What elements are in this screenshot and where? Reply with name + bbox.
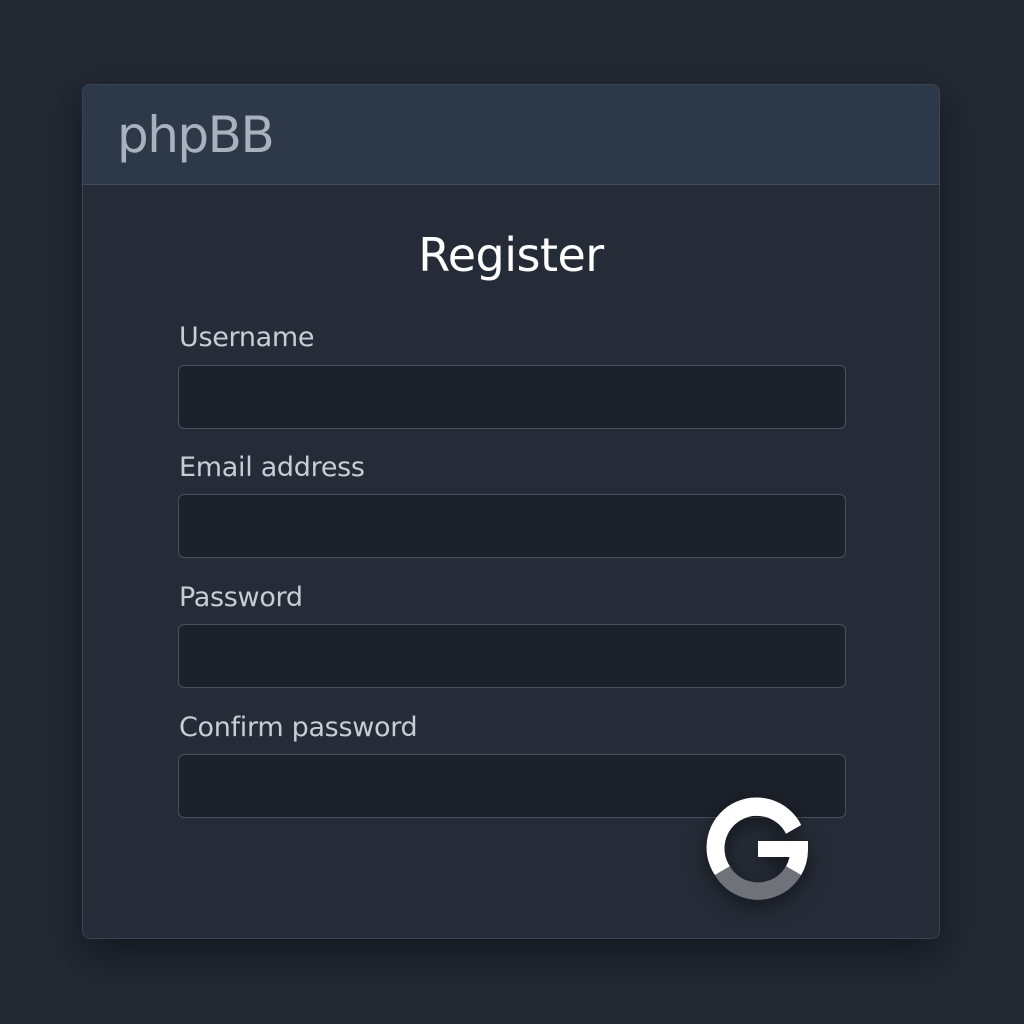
register-card: phpBB Register Username Email address Pa… (82, 84, 940, 939)
google-g-icon[interactable] (693, 785, 823, 915)
password-input[interactable] (178, 624, 846, 688)
confirm-password-label: Confirm password (179, 712, 418, 743)
username-input[interactable] (178, 365, 846, 429)
username-label: Username (179, 322, 315, 353)
card-header: phpBB (83, 85, 939, 185)
phpbb-logo[interactable]: phpBB (117, 105, 275, 165)
page: phpBB Register Username Email address Pa… (0, 0, 1024, 1024)
page-title: Register (418, 228, 604, 282)
email-label: Email address (179, 452, 365, 483)
email-input[interactable] (178, 494, 846, 558)
password-label: Password (179, 582, 303, 613)
